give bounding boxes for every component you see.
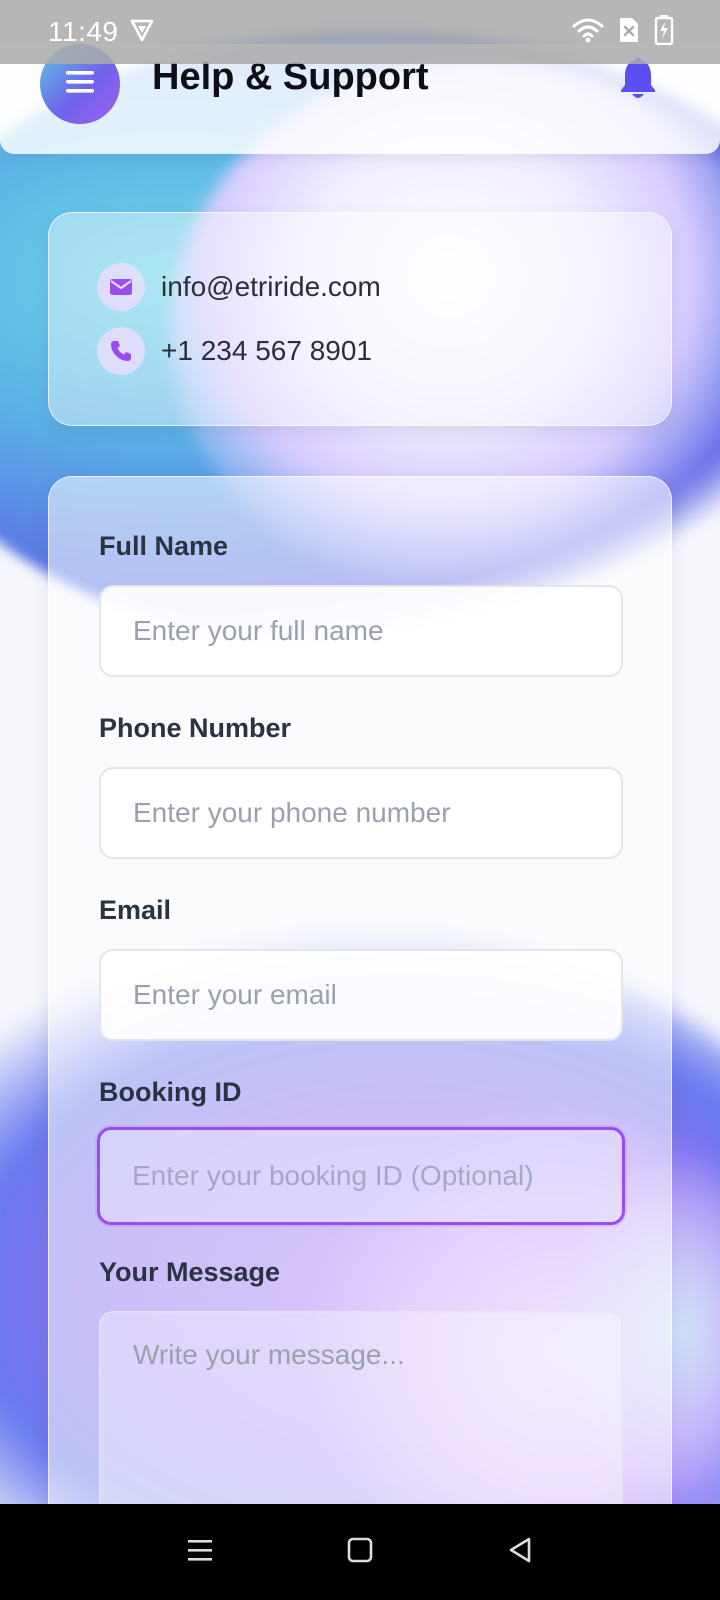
recents-button[interactable] (170, 1522, 230, 1582)
screen: 11:49 Help & Support info@etriride.com +… (0, 0, 720, 1600)
status-bar: 11:49 (0, 0, 720, 64)
envelope-icon (97, 263, 145, 311)
full-name-input[interactable] (99, 585, 623, 677)
booking-id-label: Booking ID (99, 1077, 242, 1107)
contact-email: info@etriride.com (161, 271, 381, 302)
support-form: Full Name Phone Number Email Booking ID … (48, 476, 672, 1600)
status-time: 11:49 (48, 16, 119, 47)
phone-number-label: Phone Number (99, 713, 292, 743)
home-button[interactable] (330, 1522, 390, 1582)
system-nav-bar (0, 1504, 720, 1600)
contact-info-card: info@etriride.com +1 234 567 8901 (48, 212, 672, 426)
phone-number-input[interactable] (99, 767, 623, 859)
phone-icon (97, 327, 145, 375)
hamburger-menu-icon (65, 69, 95, 100)
home-icon (347, 1537, 373, 1568)
status-right (572, 14, 674, 50)
booking-id-input[interactable] (97, 1127, 625, 1225)
bell-icon (618, 57, 658, 104)
back-icon (507, 1536, 533, 1569)
contact-phone: +1 234 567 8901 (161, 335, 372, 366)
contact-phone-row[interactable]: +1 234 567 8901 (97, 327, 372, 375)
full-name-label: Full Name (99, 531, 229, 561)
email-label: Email (99, 895, 172, 925)
status-left: 11:49 (48, 16, 155, 48)
wifi-icon (572, 17, 604, 48)
message-label: Your Message (99, 1257, 281, 1287)
no-sim-icon (618, 16, 640, 49)
back-button[interactable] (490, 1522, 550, 1582)
battery-charging-icon (654, 14, 674, 50)
vpn-shield-icon (129, 17, 155, 48)
email-input[interactable] (99, 949, 623, 1041)
recents-icon (186, 1537, 214, 1568)
contact-email-row[interactable]: info@etriride.com (97, 263, 381, 311)
message-textarea[interactable] (99, 1311, 623, 1531)
